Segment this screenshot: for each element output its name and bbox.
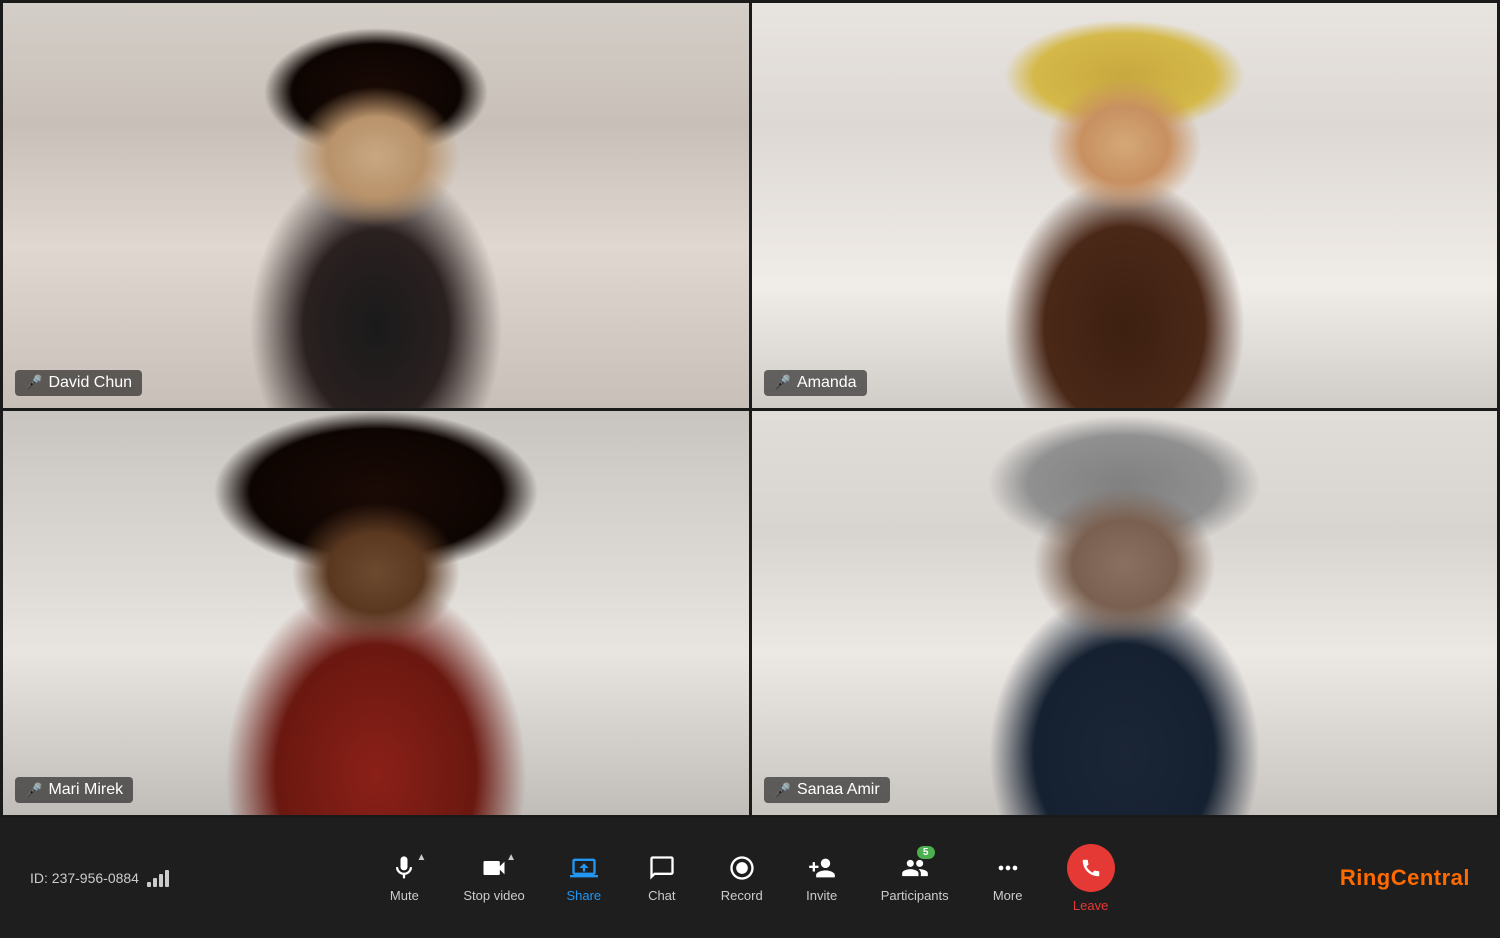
ringcentral-logo: RingCentral: [1340, 865, 1470, 891]
chat-button[interactable]: Chat: [627, 846, 697, 911]
more-label: More: [993, 888, 1023, 903]
video-cell-sanaa-amir: 🎤 Sanaa Amir: [752, 411, 1498, 816]
share-screen-svg: [570, 854, 598, 882]
stop-video-button[interactable]: ▲ Stop video: [447, 846, 540, 911]
name-badge-amanda: 🎤 Amanda: [764, 370, 867, 396]
video-cell-amanda: 🎤 Amanda: [752, 3, 1498, 408]
participant-name-david-chun: David Chun: [48, 374, 132, 392]
mute-chevron: ▲: [416, 852, 426, 863]
participants-count: 5: [917, 846, 935, 859]
microphone-icon: ▲: [390, 854, 418, 882]
people-icon: 5: [901, 854, 929, 882]
toolbar-center: ▲ Mute ▲ Stop video Share: [369, 836, 1130, 921]
three-dots-svg: [994, 854, 1022, 882]
participant-name-sanaa-amir: Sanaa Amir: [797, 781, 880, 799]
name-badge-sanaa-amir: 🎤 Sanaa Amir: [764, 777, 890, 803]
signal-bar-4: [165, 870, 169, 887]
video-chevron: ▲: [506, 852, 516, 863]
record-circle-icon: [728, 854, 756, 882]
toolbar-right: RingCentral: [1270, 865, 1470, 891]
mute-button[interactable]: ▲ Mute: [369, 846, 439, 911]
invite-label: Invite: [806, 888, 837, 903]
mic-icon-amanda: 🎤: [774, 374, 791, 391]
signal-bar-2: [153, 878, 157, 887]
chat-bubble-icon: [648, 854, 676, 882]
name-badge-mari-mirek: 🎤 Mari Mirek: [15, 777, 133, 803]
video-grid: 🎤 David Chun 🎤 Amanda 🎤 Mari Mirek 🎤 San…: [0, 0, 1500, 818]
participant-name-amanda: Amanda: [797, 374, 857, 392]
mute-label: Mute: [390, 888, 419, 903]
participants-label: Participants: [881, 888, 949, 903]
participant-name-mari-mirek: Mari Mirek: [48, 781, 123, 799]
name-badge-david-chun: 🎤 David Chun: [15, 370, 142, 396]
microphone-svg: [390, 854, 418, 882]
mic-icon-david-chun: 🎤: [25, 374, 42, 391]
toolbar-left: ID: 237-956-0884: [30, 869, 230, 887]
phone-down-icon: [1067, 844, 1115, 892]
share-button[interactable]: Share: [549, 846, 619, 911]
mic-icon-mari-mirek: 🎤: [25, 782, 42, 799]
invite-button[interactable]: Invite: [787, 846, 857, 911]
leave-label: Leave: [1073, 898, 1108, 913]
participants-button[interactable]: 5 Participants: [865, 846, 965, 911]
person-plus-icon: [808, 854, 836, 882]
stop-video-label: Stop video: [463, 888, 524, 903]
phone-down-svg: [1080, 857, 1102, 879]
more-button[interactable]: More: [973, 846, 1043, 911]
signal-strength: [147, 869, 169, 887]
logo-central: Central: [1391, 865, 1470, 890]
video-cell-mari-mirek: 🎤 Mari Mirek: [3, 411, 749, 816]
person-plus-svg: [808, 854, 836, 882]
share-label: Share: [566, 888, 601, 903]
three-dots-icon: [994, 854, 1022, 882]
record-label: Record: [721, 888, 763, 903]
logo-ring: Ring: [1340, 865, 1391, 890]
chat-label: Chat: [648, 888, 675, 903]
signal-bar-1: [147, 882, 151, 887]
toolbar: ID: 237-956-0884 ▲ Mute: [0, 818, 1500, 938]
leave-button[interactable]: Leave: [1051, 836, 1131, 921]
record-button[interactable]: Record: [705, 846, 779, 911]
video-cell-david-chun: 🎤 David Chun: [3, 3, 749, 408]
meeting-id: ID: 237-956-0884: [30, 870, 139, 886]
share-screen-icon: [570, 854, 598, 882]
record-circle-svg: [728, 854, 756, 882]
signal-bar-3: [159, 874, 163, 887]
video-camera-svg: [480, 854, 508, 882]
mic-icon-sanaa-amir: 🎤: [774, 782, 791, 799]
video-camera-icon: ▲: [480, 854, 508, 882]
chat-bubble-svg: [648, 854, 676, 882]
